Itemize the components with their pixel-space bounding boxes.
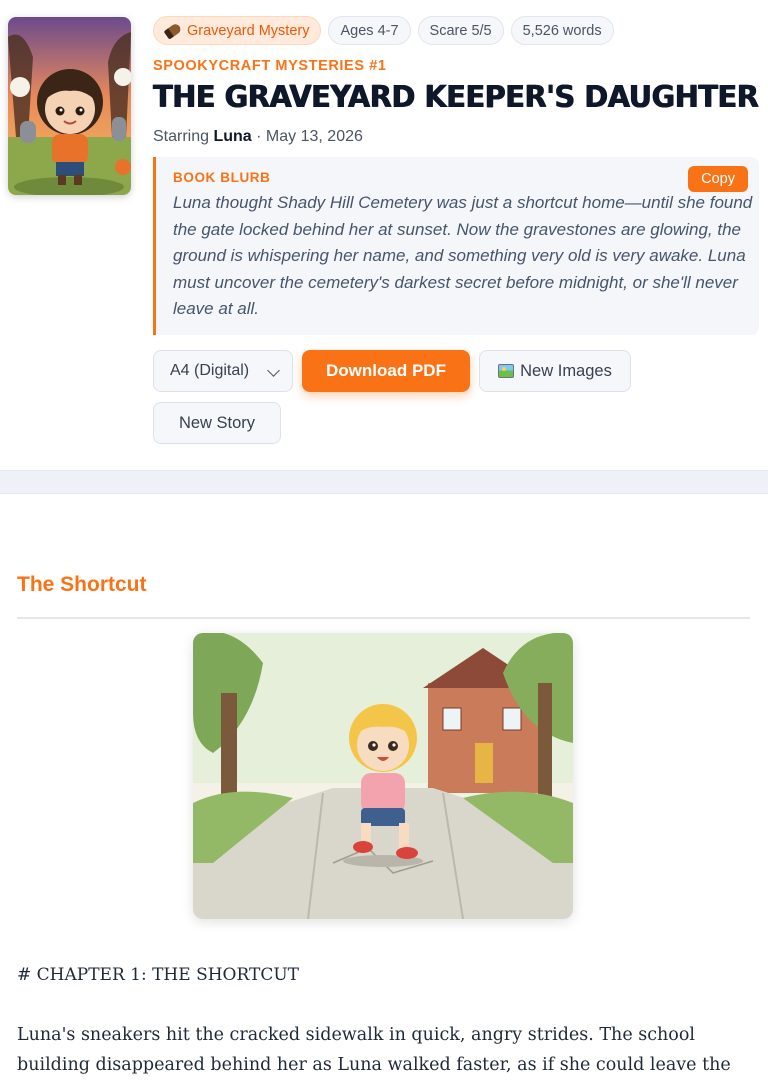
word-count-label: 5,526 words — [522, 22, 602, 39]
new-images-label: New Images — [520, 361, 612, 380]
scare-chip: Scare 5/5 — [417, 16, 504, 45]
publish-date: · May 13, 2026 — [256, 128, 363, 145]
book-meta: Graveyard Mystery Ages 4-7 Scare 5/5 5,5… — [153, 16, 759, 444]
ages-label: Ages 4-7 — [340, 22, 399, 39]
page-format-select[interactable]: A4 (Digital) — [153, 350, 293, 392]
story-paragraph: Luna's sneakers hit the cracked sidewalk… — [17, 1025, 731, 1086]
chapter-title: The Shortcut — [17, 573, 147, 596]
starring-line: Starring Luna · May 13, 2026 — [153, 128, 363, 146]
book-cover-image — [8, 17, 131, 195]
book-title: THE GRAVEYARD KEEPER'S DAUGHTER — [153, 80, 759, 115]
book-blurb-panel: BOOK BLURB Copy Luna thought Shady Hill … — [153, 157, 759, 335]
new-story-button[interactable]: New Story — [153, 402, 281, 444]
scare-label: Scare 5/5 — [429, 22, 492, 39]
genre-chip: Graveyard Mystery — [153, 16, 322, 45]
chapter-markdown-heading: # CHAPTER 1: THE SHORTCUT — [17, 965, 299, 985]
genre-label: Graveyard Mystery — [187, 22, 310, 39]
starring-prefix: Starring — [153, 128, 210, 145]
chevron-down-icon — [267, 364, 280, 377]
framed-picture-icon — [498, 364, 515, 378]
blurb-text: Luna thought Shady Hill Cemetery was jus… — [173, 193, 753, 318]
section-divider — [0, 470, 768, 494]
chapter-illustration — [193, 633, 573, 919]
chapter-divider — [17, 617, 750, 619]
ages-chip: Ages 4-7 — [328, 16, 411, 45]
book-tags: Graveyard Mystery Ages 4-7 Scare 5/5 5,5… — [153, 16, 753, 46]
blurb-label: BOOK BLURB — [173, 170, 271, 185]
new-images-button[interactable]: New Images — [479, 350, 631, 392]
book-header: Graveyard Mystery Ages 4-7 Scare 5/5 5,5… — [0, 0, 768, 470]
page-format-value: A4 (Digital) — [170, 362, 250, 379]
copy-blurb-button[interactable]: Copy — [688, 166, 748, 192]
star-name: Luna — [213, 128, 252, 145]
pencil-icon — [163, 21, 183, 40]
series-label: SPOOKYCRAFT MYSTERIES #1 — [153, 58, 387, 74]
download-pdf-button[interactable]: Download PDF — [302, 350, 470, 392]
word-count-chip: 5,526 words — [510, 16, 614, 45]
